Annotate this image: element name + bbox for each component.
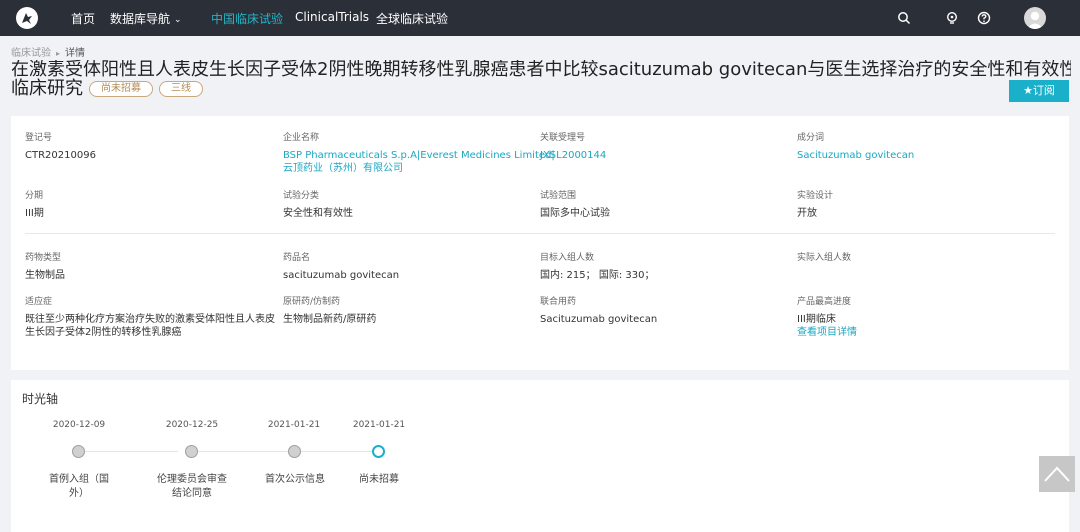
field-actual-enroll: 实际入组人数 bbox=[797, 252, 1047, 269]
breadcrumb-current: 详情 bbox=[65, 48, 86, 59]
field-ingredient: 成分词 Sacituzumab govitecan bbox=[797, 132, 1047, 162]
field-label: 目标入组人数 bbox=[540, 253, 595, 263]
page-title-line2-row: 临床研究 尚未招募 三线 bbox=[11, 79, 1071, 98]
field-label: 实验设计 bbox=[797, 191, 834, 201]
field-value: Sacituzumab govitecan bbox=[540, 314, 658, 325]
field-value: III期临床 bbox=[797, 314, 836, 325]
breadcrumb-separator-icon: ▸ bbox=[56, 49, 61, 58]
top-nav: 首页 数据库导航 ⌄ 中国临床试验 ClinicalTrials 全球临床试验 bbox=[0, 0, 1080, 36]
company-link[interactable]: BSP Pharmaceuticals S.p.A|Everest Medici… bbox=[283, 149, 555, 162]
field-value: 开放 bbox=[797, 208, 817, 219]
timeline-dot bbox=[288, 445, 301, 458]
avatar[interactable] bbox=[1024, 7, 1046, 29]
acceptance-no-link[interactable]: JXSL2000144 bbox=[540, 149, 790, 162]
user-icon bbox=[1027, 11, 1043, 29]
nav-china-trials[interactable]: 中国临床试验 bbox=[211, 10, 283, 27]
field-label: 试验范围 bbox=[540, 191, 577, 201]
field-value: CTR20210096 bbox=[25, 150, 96, 161]
timeline-label: 首次公示信息 bbox=[265, 474, 325, 485]
back-to-top-button[interactable] bbox=[1039, 456, 1075, 492]
line-badge: 三线 bbox=[159, 80, 203, 97]
project-details-link[interactable]: 查看项目详情 bbox=[797, 326, 1047, 339]
field-company: 企业名称 BSP Pharmaceuticals S.p.A|Everest M… bbox=[283, 132, 555, 175]
field-design: 实验设计 开放 bbox=[797, 190, 1047, 220]
company-link-2[interactable]: 云顶药业（苏州）有限公司 bbox=[283, 162, 533, 175]
logo-icon[interactable] bbox=[16, 7, 38, 29]
timeline-date: 2020-12-09 bbox=[52, 420, 106, 430]
timeline-title: 时光轴 bbox=[22, 392, 59, 406]
field-value: 生物制品 bbox=[25, 270, 65, 281]
timeline-connector bbox=[301, 451, 373, 452]
field-reg-no: 登记号 CTR20210096 bbox=[25, 132, 275, 162]
search-icon[interactable] bbox=[897, 11, 911, 25]
chevron-up-icon bbox=[1044, 466, 1070, 482]
status-badge: 尚未招募 bbox=[89, 80, 153, 97]
field-combo: 联合用药 Sacituzumab govitecan bbox=[540, 296, 790, 326]
timeline-card: 时光轴 2020-12-09 2020-12-25 2021-01-21 202… bbox=[11, 380, 1069, 532]
field-label: 登记号 bbox=[25, 133, 53, 143]
timeline-date: 2021-01-21 bbox=[267, 420, 321, 430]
field-label: 成分词 bbox=[797, 133, 825, 143]
chevron-down-icon: ⌄ bbox=[174, 15, 182, 25]
field-value: 国内: 215； 国际: 330； bbox=[540, 270, 655, 281]
help-icon[interactable] bbox=[977, 11, 991, 25]
field-value: 既往至少两种化疗方案治疗失败的激素受体阳性且人表皮生长因子受体2阴性的转移性乳腺… bbox=[25, 314, 275, 338]
field-value: 安全性和有效性 bbox=[283, 208, 353, 219]
field-value: 生物制品新药/原研药 bbox=[283, 314, 377, 325]
timeline-label: 尚未招募 bbox=[359, 474, 399, 485]
field-trial-type: 试验分类 安全性和有效性 bbox=[283, 190, 533, 220]
timeline-date: 2021-01-21 bbox=[352, 420, 406, 430]
page-title-line2: 临床研究 bbox=[11, 78, 83, 99]
nav-global-trials[interactable]: 全球临床试验 bbox=[376, 10, 448, 27]
field-phase: 分期 III期 bbox=[25, 190, 275, 220]
field-origin: 原研药/仿制药 生物制品新药/原研药 bbox=[283, 296, 533, 326]
trial-info-card: 登记号 CTR20210096 企业名称 BSP Pharmaceuticals… bbox=[11, 116, 1069, 370]
timeline-date: 2020-12-25 bbox=[165, 420, 219, 430]
timeline-dot-current bbox=[372, 445, 385, 458]
breadcrumb: 临床试验 ▸ 详情 bbox=[11, 44, 85, 59]
field-label: 企业名称 bbox=[283, 133, 320, 143]
timeline-dot bbox=[72, 445, 85, 458]
timeline-label: 伦理委员会审查结论同意 bbox=[157, 474, 227, 499]
field-acceptance-no: 关联受理号 JXSL2000144 bbox=[540, 132, 790, 162]
field-progress: 产品最高进度 III期临床 查看项目详情 bbox=[797, 296, 1047, 339]
field-indication: 适应症 既往至少两种化疗方案治疗失败的激素受体阳性且人表皮生长因子受体2阴性的转… bbox=[25, 296, 275, 339]
field-label: 药品名 bbox=[283, 253, 311, 263]
field-label: 药物类型 bbox=[25, 253, 62, 263]
ingredient-link[interactable]: Sacituzumab govitecan bbox=[797, 149, 1047, 162]
field-label: 实际入组人数 bbox=[797, 253, 852, 263]
nav-database-label: 数据库导航 bbox=[110, 12, 171, 26]
field-drug-type: 药物类型 生物制品 bbox=[25, 252, 275, 282]
nav-database[interactable]: 数据库导航 ⌄ bbox=[110, 10, 182, 27]
timeline-dot bbox=[185, 445, 198, 458]
nav-clinicaltrials[interactable]: ClinicalTrials bbox=[295, 10, 369, 24]
field-label: 试验分类 bbox=[283, 191, 320, 201]
page-title: 在激素受体阳性且人表皮生长因子受体2阴性晚期转移性乳腺癌患者中比较sacituz… bbox=[11, 60, 1071, 98]
lightbulb-icon[interactable] bbox=[945, 11, 959, 25]
field-label: 产品最高进度 bbox=[797, 297, 852, 307]
field-target-enroll: 目标入组人数 国内: 215； 国际: 330； bbox=[540, 252, 790, 282]
field-scope: 试验范围 国际多中心试验 bbox=[540, 190, 790, 220]
field-label: 适应症 bbox=[25, 297, 53, 307]
breadcrumb-parent[interactable]: 临床试验 bbox=[11, 48, 51, 59]
field-label: 原研药/仿制药 bbox=[283, 297, 341, 307]
field-label: 关联受理号 bbox=[540, 133, 586, 143]
field-drug-name: 药品名 sacituzumab govitecan bbox=[283, 252, 533, 282]
divider bbox=[25, 233, 1055, 234]
field-label: 分期 bbox=[25, 191, 44, 201]
nav-home[interactable]: 首页 bbox=[71, 10, 95, 27]
subscribe-button[interactable]: ★订阅 bbox=[1009, 80, 1069, 102]
field-value: sacituzumab govitecan bbox=[283, 270, 400, 281]
page-title-line1: 在激素受体阳性且人表皮生长因子受体2阴性晚期转移性乳腺癌患者中比较sacituz… bbox=[11, 60, 1071, 79]
field-value: 国际多中心试验 bbox=[540, 208, 610, 219]
timeline-label: 首例入组（国外） bbox=[49, 474, 109, 499]
timeline-connector bbox=[192, 451, 288, 452]
field-value: III期 bbox=[25, 208, 44, 219]
field-label: 联合用药 bbox=[540, 297, 577, 307]
timeline-connector bbox=[79, 451, 178, 452]
